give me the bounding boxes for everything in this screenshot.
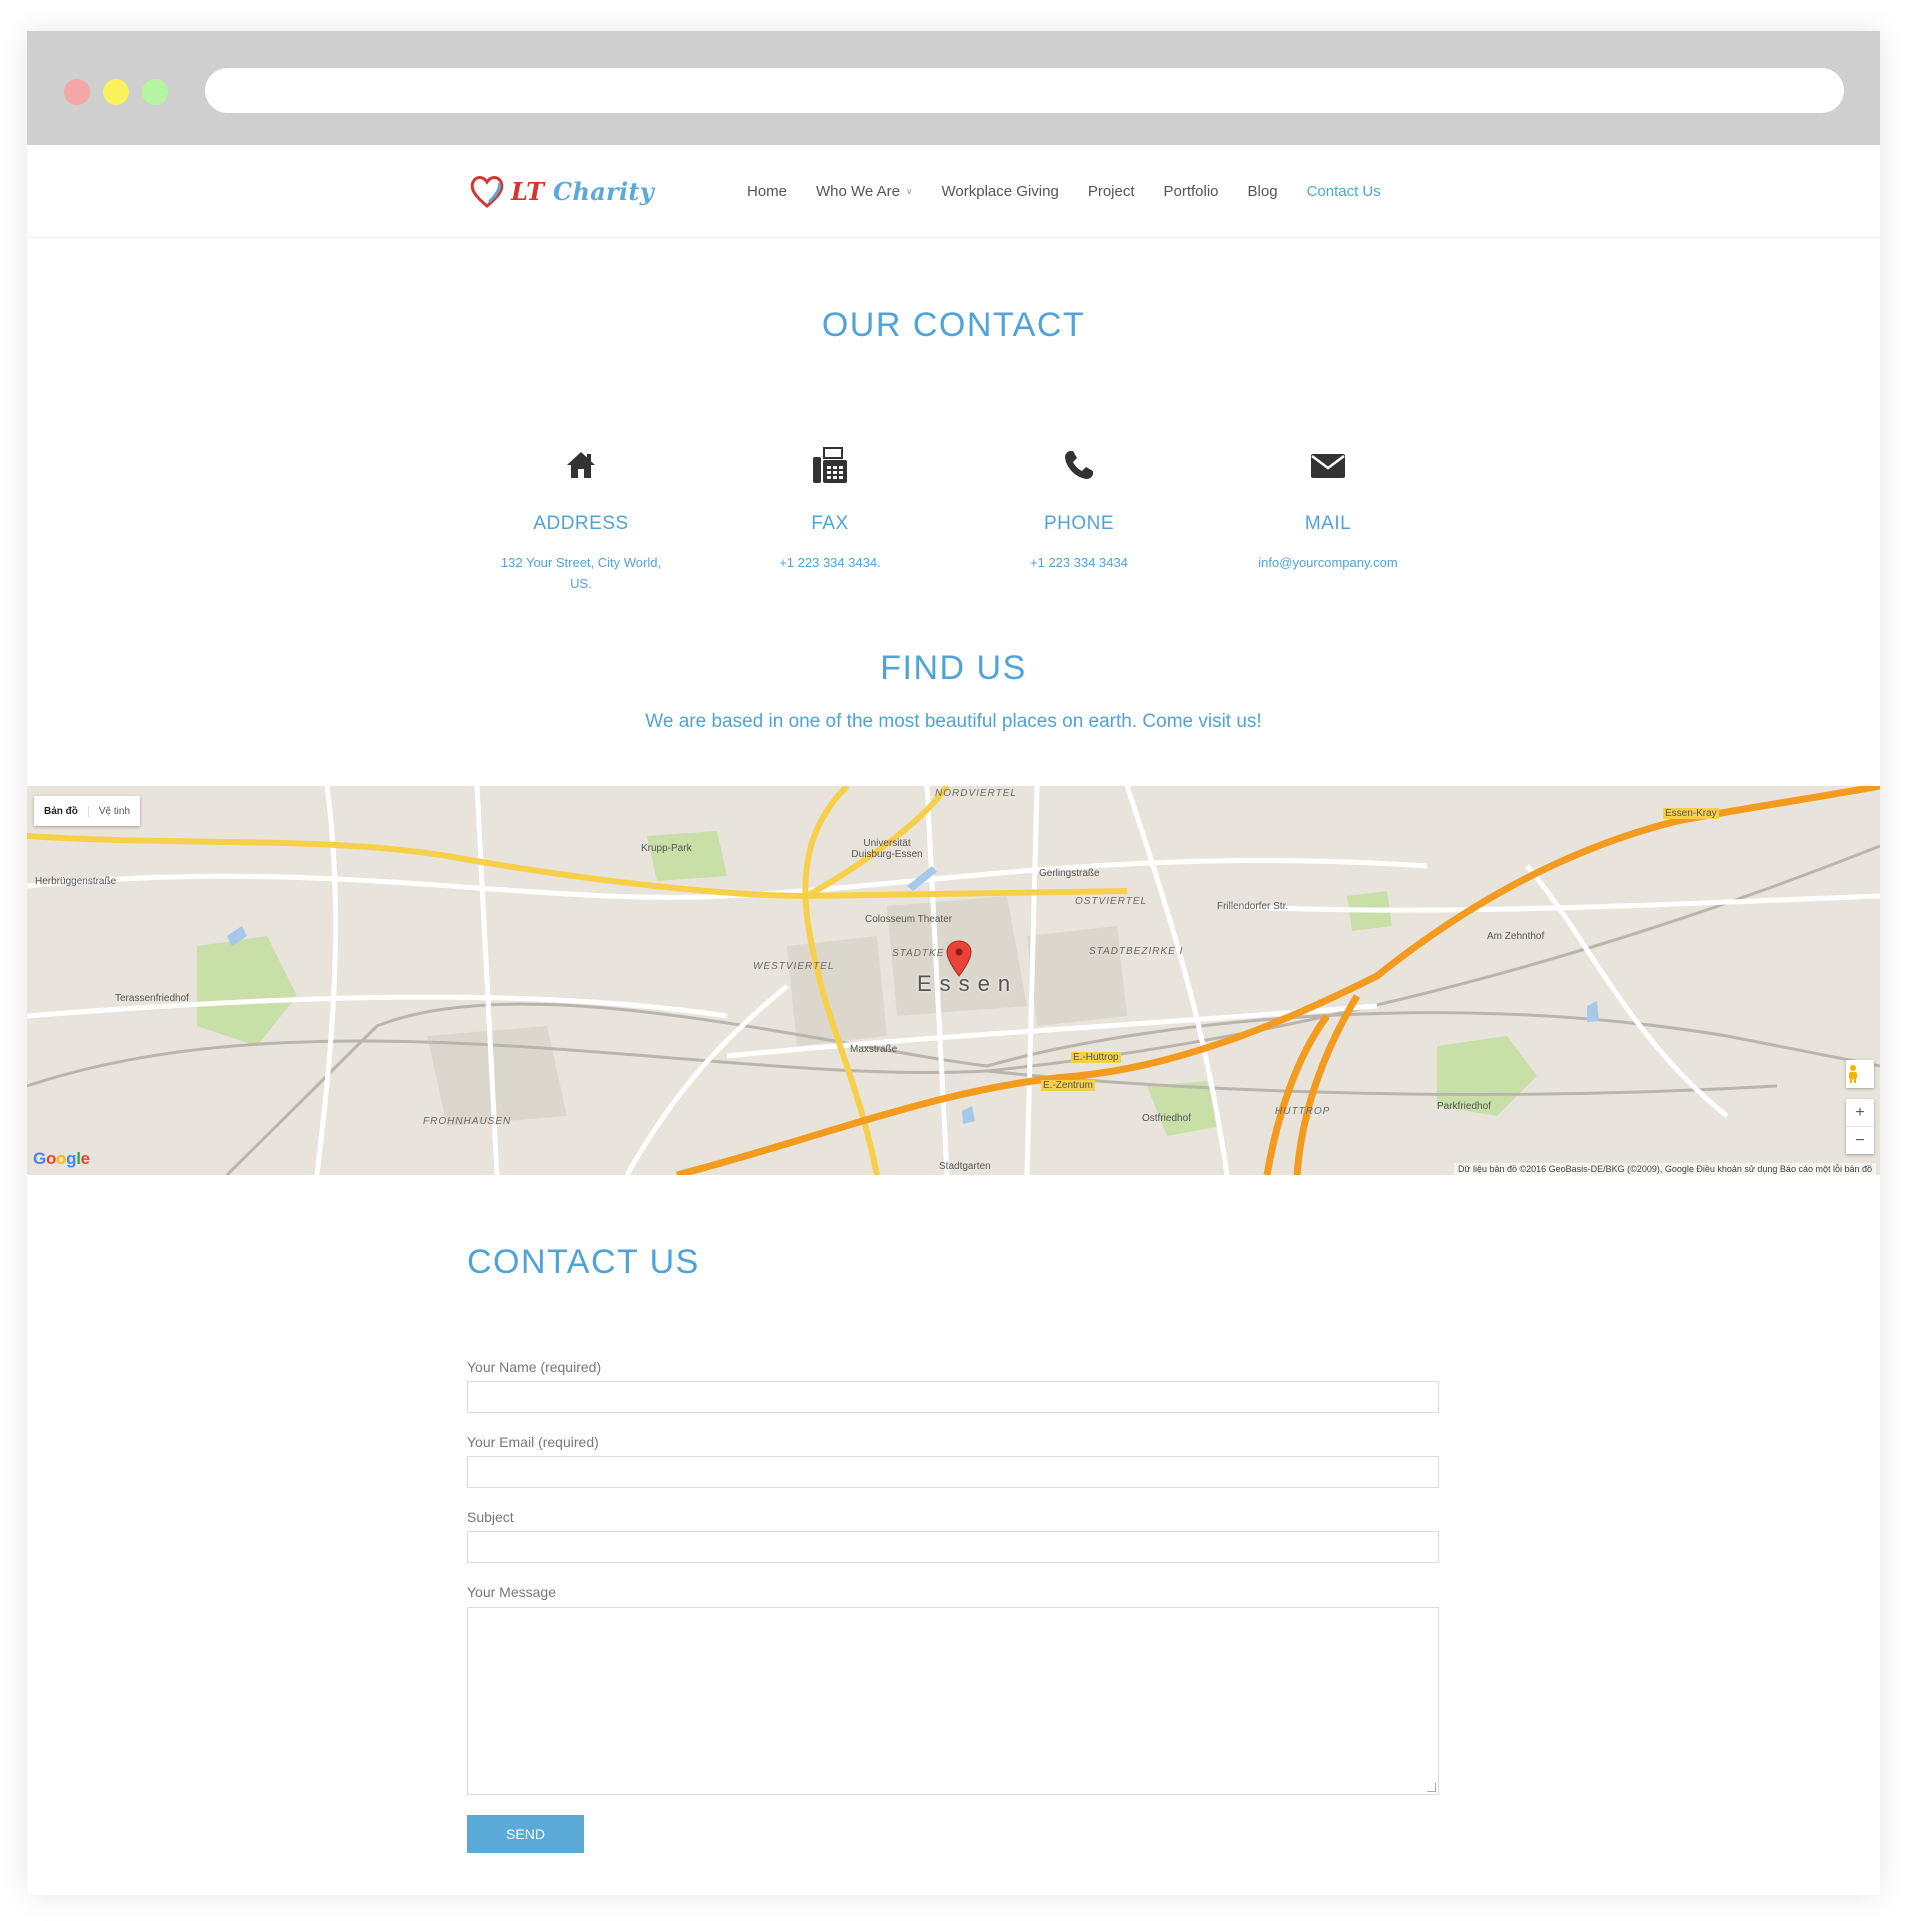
mail-card: MAIL info@yourcompany.com	[1228, 443, 1428, 573]
map-label-huttrop: HUTTROP	[1275, 1106, 1331, 1117]
zoom-out-button[interactable]: −	[1846, 1127, 1874, 1154]
fax-icon	[730, 443, 930, 487]
map-label-stadtgarten: Stadtgarten	[939, 1161, 991, 1172]
address-label: ADDRESS	[533, 513, 629, 534]
map-label-parkfriedhof: Parkfriedhof	[1437, 1101, 1491, 1112]
map-label-universitat: Universität Duisburg-Essen	[851, 838, 923, 860]
map-type-satellite-button[interactable]: Vệ tinh	[87, 805, 140, 817]
address-bar[interactable]	[205, 68, 1844, 113]
map-label-essen-kray: Essen-Kray	[1663, 808, 1719, 819]
map-label-herbruggenstrasse: Herbrüggenstraße	[35, 876, 117, 887]
map-label-e-huttrop: E.-Huttrop	[1071, 1052, 1121, 1063]
close-window-dot[interactable]	[64, 79, 90, 105]
map-label-maxstrasse: Maxstraße	[850, 1044, 898, 1055]
map-type-control: Bản đồ Vệ tinh	[34, 796, 141, 826]
nav-item-who-we-are[interactable]: Who We Are ∨	[816, 183, 913, 200]
find-us-subtitle: We are based in one of the most beautifu…	[645, 711, 1262, 732]
google-map[interactable]: NORDVIERTEL OSTVIERTEL WESTVIERTEL STADT…	[27, 786, 1880, 1175]
map-attribution[interactable]: Dữ liệu bản đồ ©2016 GeoBasis-DE/BKG (©2…	[1453, 1163, 1876, 1175]
subject-label: Subject	[467, 1509, 514, 1525]
name-field[interactable]	[467, 1381, 1439, 1413]
map-label-ostfriedhof: Ostfriedhof	[1142, 1113, 1191, 1124]
message-textarea[interactable]	[467, 1607, 1439, 1795]
map-label-gerlingstrasse: Gerlingstraße	[1039, 868, 1100, 879]
map-label-nordviertel: NORDVIERTEL	[935, 788, 1017, 799]
map-zoom-control: + −	[1846, 1099, 1874, 1154]
resize-handle-icon[interactable]	[1427, 1783, 1436, 1792]
fax-label: FAX	[811, 513, 849, 534]
fax-card: FAX +1 223 334 3434.	[730, 443, 930, 573]
name-label: Your Name (required)	[467, 1359, 602, 1375]
map-label-stadtbezirke: STADTBEZIRKE I	[1089, 946, 1184, 957]
browser-chrome	[27, 31, 1880, 145]
phone-label: PHONE	[1043, 513, 1115, 534]
map-label-e-zentrum: E.-Zentrum	[1041, 1080, 1096, 1091]
mail-icon	[1228, 443, 1428, 487]
browser-window: LT Charity Home Who We Are ∨ Workplace Gi…	[27, 31, 1880, 1895]
site-header: LT Charity Home Who We Are ∨ Workplace Gi…	[27, 145, 1880, 238]
heart-balloon-icon	[470, 176, 504, 208]
nav-item-project[interactable]: Project	[1088, 183, 1135, 200]
mail-label: MAIL	[1304, 513, 1352, 534]
map-label-westviertel: WESTVIERTEL	[753, 961, 835, 972]
mail-value: info@yourcompany.com	[1258, 555, 1398, 570]
minimize-window-dot[interactable]	[103, 79, 129, 105]
fax-value: +1 223 334 3434.	[779, 555, 881, 570]
message-label: Your Message	[467, 1584, 556, 1600]
map-label-krupp-park: Krupp-Park	[641, 843, 692, 854]
nav-item-blog[interactable]: Blog	[1248, 183, 1278, 200]
nav-item-portfolio[interactable]: Portfolio	[1164, 183, 1219, 200]
site-logo[interactable]: LT Charity	[467, 171, 654, 211]
street-view-pegman-icon[interactable]	[1846, 1060, 1874, 1088]
subject-field[interactable]	[467, 1531, 1439, 1563]
nav-item-home[interactable]: Home	[747, 183, 787, 200]
maximize-window-dot[interactable]	[142, 79, 168, 105]
contact-us-title: CONTACT US	[467, 1243, 700, 1281]
phone-value: +1 223 334 3434	[1030, 555, 1128, 570]
our-contact-title: OUR CONTACT	[821, 306, 1086, 344]
logo-text: LT Charity	[511, 176, 655, 206]
map-label-frillendorfer: Frillendorfer Str.	[1217, 901, 1289, 912]
google-logo: Google	[33, 1149, 90, 1168]
find-us-title: FIND US	[880, 649, 1027, 687]
send-button[interactable]: SEND	[467, 1815, 584, 1853]
map-label-am-zehnthof: Am Zehnthof	[1487, 931, 1545, 942]
nav-item-contact-us[interactable]: Contact Us	[1307, 183, 1381, 200]
map-label-ostviertel: OSTVIERTEL	[1075, 896, 1148, 907]
map-type-map-button[interactable]: Bản đồ	[34, 806, 88, 817]
chevron-down-icon: ∨	[905, 185, 913, 196]
phone-icon	[979, 443, 1179, 487]
map-label-stadtke: STADTKE	[892, 948, 945, 959]
zoom-in-button[interactable]: +	[1846, 1099, 1874, 1127]
map-label-colosseum: Colosseum Theater	[865, 914, 953, 925]
home-icon	[481, 443, 681, 487]
map-label-frohnhausen: FROHNHAUSEN	[423, 1116, 512, 1127]
phone-card: PHONE +1 223 334 3434	[979, 443, 1179, 573]
nav-item-workplace-giving[interactable]: Workplace Giving	[942, 183, 1059, 200]
map-city-label: Essen	[917, 971, 1019, 996]
email-label: Your Email (required)	[467, 1434, 599, 1450]
map-label-terassenfriedhof: Terassenfriedhof	[115, 993, 189, 1004]
contact-cards: ADDRESS 132 Your Street, City World, US. …	[27, 443, 1880, 603]
email-field[interactable]	[467, 1456, 1439, 1488]
address-value: 132 Your Street, City World, US.	[500, 555, 662, 591]
main-nav: Home Who We Are ∨ Workplace Giving Projec…	[747, 145, 1410, 237]
address-card: ADDRESS 132 Your Street, City World, US.	[481, 443, 681, 594]
